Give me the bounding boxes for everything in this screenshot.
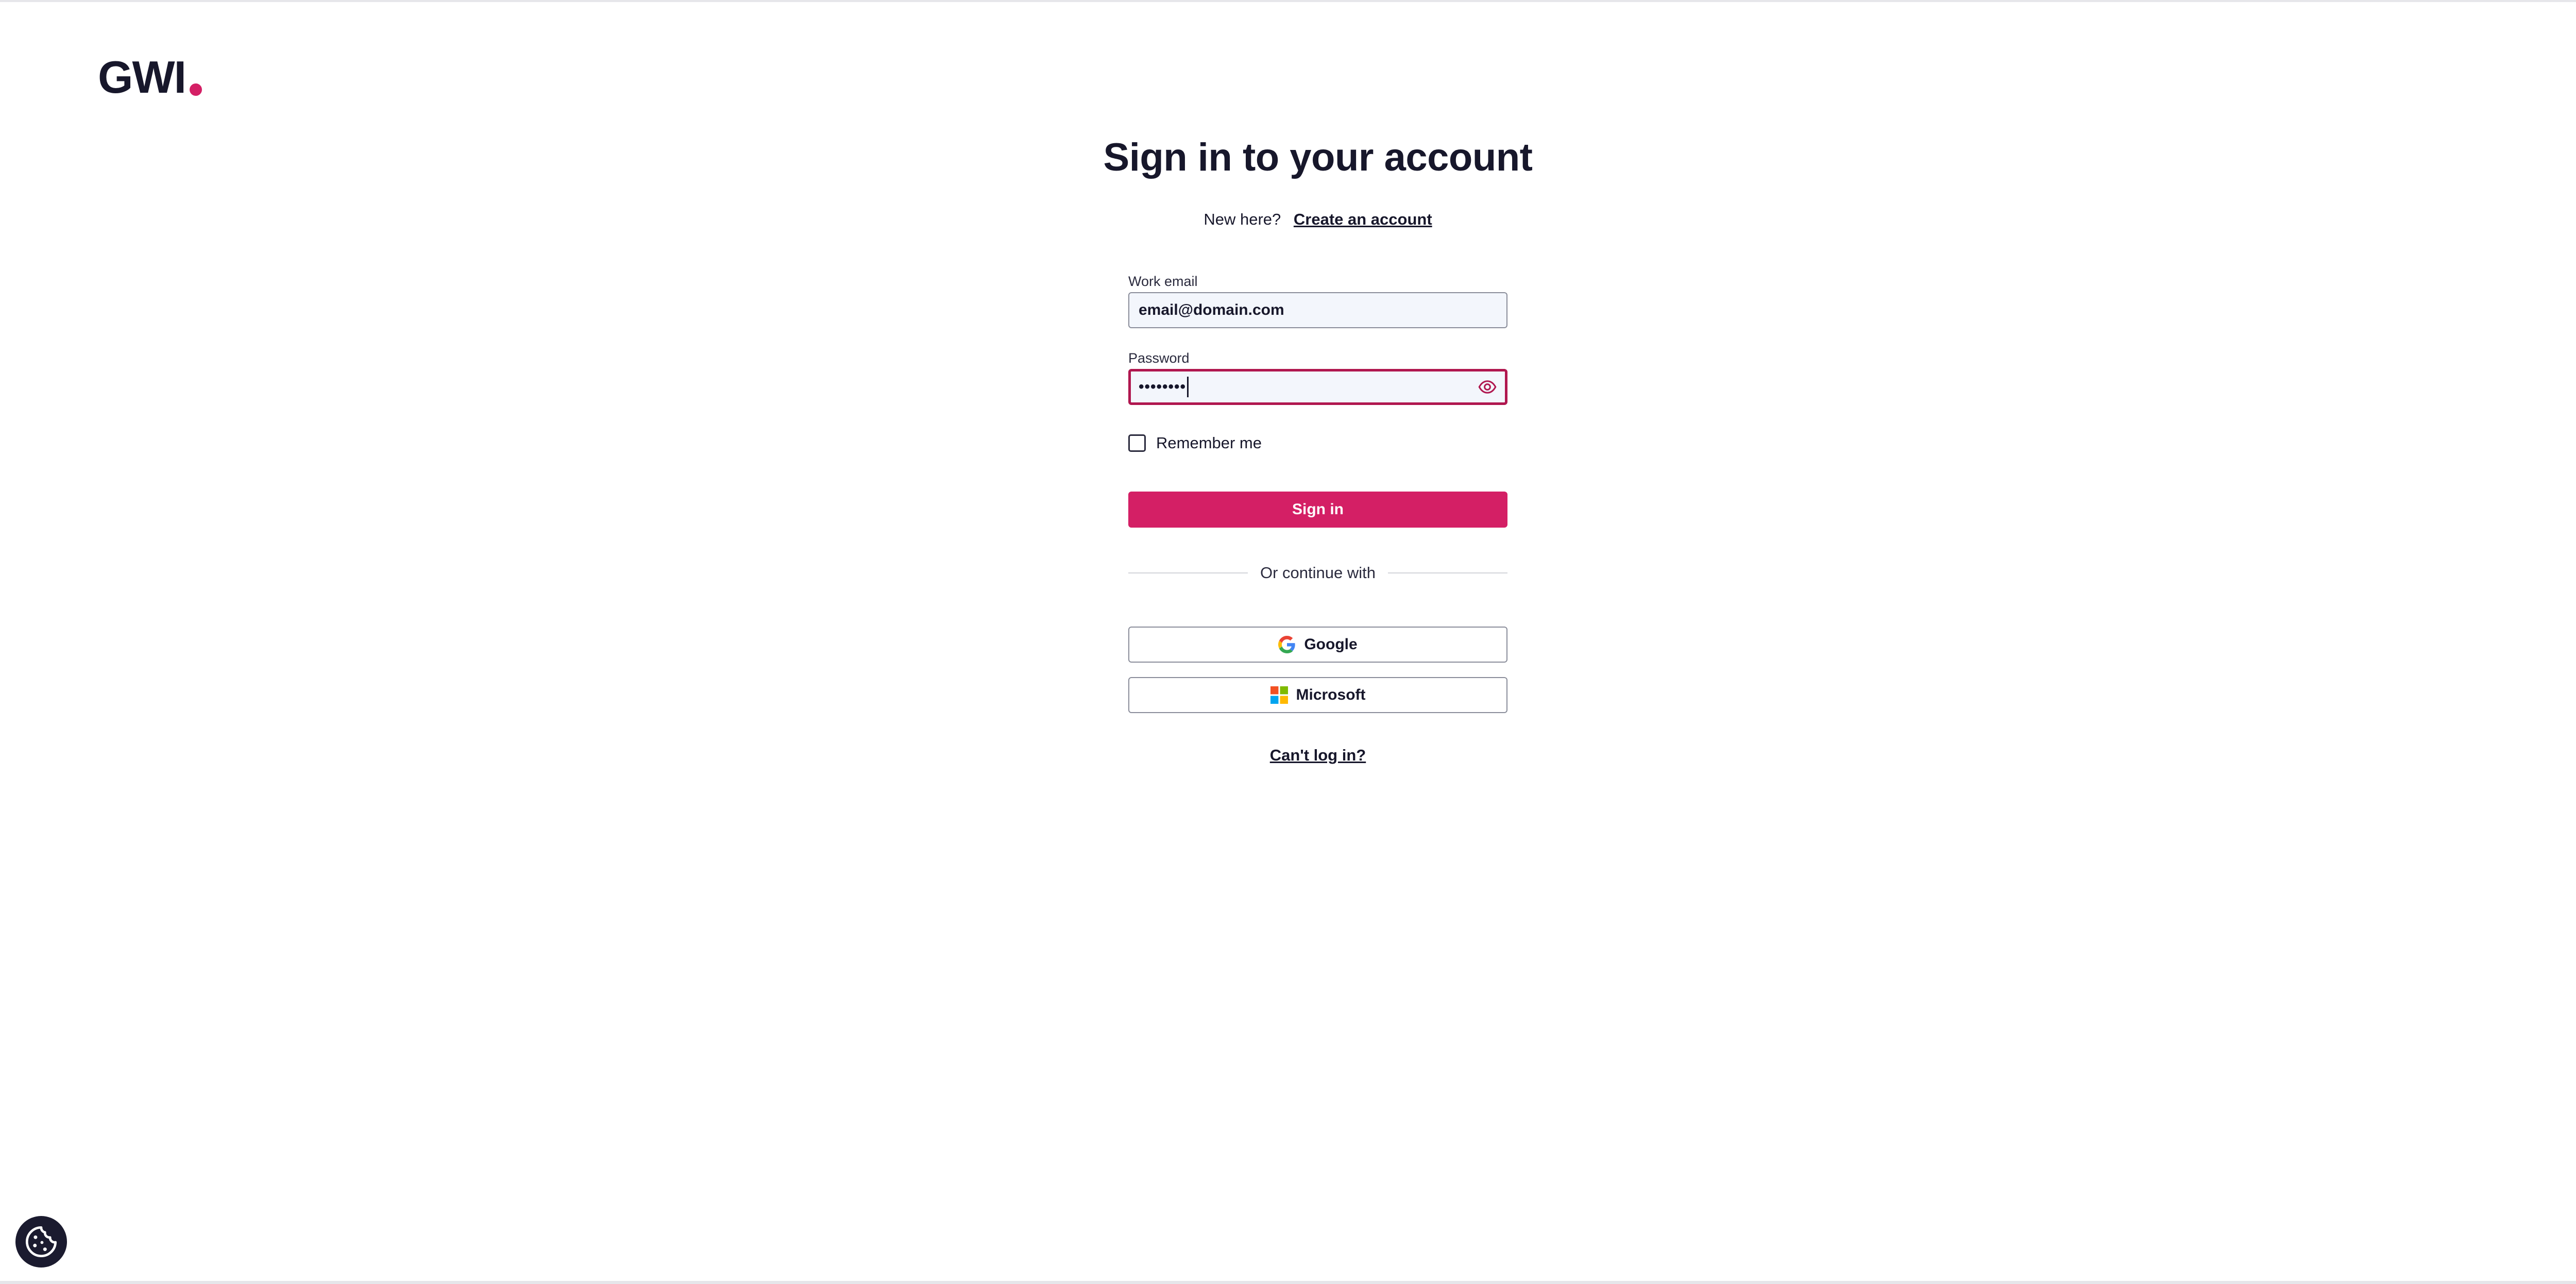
microsoft-icon (1270, 686, 1288, 704)
eye-icon[interactable] (1478, 378, 1497, 396)
logo-text: GWI (98, 52, 187, 103)
password-value: •••••••• (1139, 378, 1187, 395)
signup-prompt: New here? Create an account (1128, 208, 1507, 231)
signup-prompt-text: New here? (1204, 210, 1281, 228)
logo-dot (189, 83, 202, 96)
remember-me-label: Remember me (1156, 434, 1262, 452)
page-title: Sign in to your account (1103, 136, 1533, 179)
cookie-icon (25, 1226, 57, 1258)
email-field[interactable]: email@domain.com (1128, 292, 1507, 328)
login-page: GWI Sign in to your account New here? Cr… (0, 0, 2576, 1284)
divider-line-left (1128, 572, 1248, 573)
cant-log-in-link[interactable]: Can't log in? (1128, 746, 1507, 765)
remember-me[interactable]: Remember me (1128, 434, 1262, 452)
microsoft-sign-in-button[interactable]: Microsoft (1128, 677, 1507, 713)
sign-in-button[interactable]: Sign in (1128, 492, 1507, 528)
google-label: Google (1304, 636, 1358, 653)
text-cursor (1187, 377, 1189, 397)
cookie-settings-button[interactable] (15, 1216, 67, 1268)
remember-me-checkbox[interactable] (1128, 434, 1146, 452)
microsoft-label: Microsoft (1296, 686, 1366, 703)
gwi-logo[interactable]: GWI (98, 52, 202, 103)
divider-text: Or continue with (1260, 564, 1376, 582)
google-icon (1278, 636, 1295, 653)
create-account-link[interactable]: Create an account (1294, 210, 1432, 228)
bottom-border (0, 1281, 2576, 1284)
password-label: Password (1128, 350, 1190, 366)
email-label: Work email (1128, 274, 1198, 289)
google-sign-in-button[interactable]: Google (1128, 627, 1507, 663)
divider-line-right (1388, 572, 1507, 573)
password-field[interactable]: •••••••• (1128, 369, 1507, 405)
sso-divider: Or continue with (1128, 562, 1507, 584)
email-value: email@domain.com (1139, 301, 1284, 318)
